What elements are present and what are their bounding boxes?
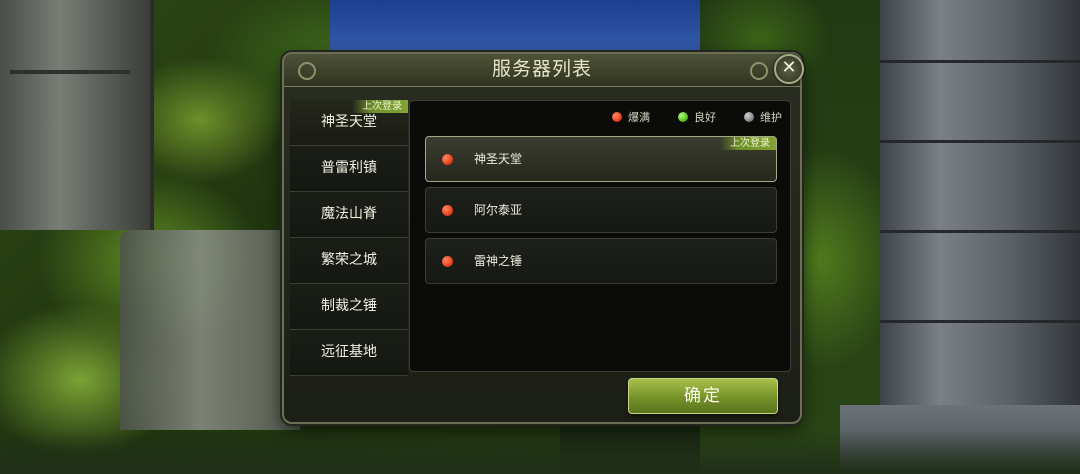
server-name: 雷神之锤 xyxy=(474,254,523,268)
region-item[interactable]: 远征基地 xyxy=(290,330,408,376)
server-item[interactable]: 神圣天堂 上次登录 xyxy=(425,136,777,182)
last-login-badge: 上次登录 xyxy=(352,100,408,113)
status-maintenance-icon xyxy=(744,112,754,122)
region-item[interactable]: 神圣天堂 上次登录 xyxy=(290,100,408,146)
region-list[interactable]: 神圣天堂 上次登录 普雷利镇 魔法山脊 繁荣之城 制裁之锤 远征基地 xyxy=(290,100,408,416)
region-label: 普雷利镇 xyxy=(321,160,377,176)
legend-maintenance: 维护 xyxy=(744,111,782,125)
last-login-badge: 上次登录 xyxy=(720,137,776,150)
stone-ruin xyxy=(120,230,300,430)
legend-good: 良好 xyxy=(678,111,716,125)
region-item[interactable]: 繁荣之城 xyxy=(290,238,408,284)
region-label: 魔法山脊 xyxy=(321,206,377,222)
ground-shadow xyxy=(0,430,1080,474)
close-button[interactable]: ✕ xyxy=(774,54,804,84)
status-good-icon xyxy=(678,112,688,122)
region-item[interactable]: 制裁之锤 xyxy=(290,284,408,330)
region-label: 繁荣之城 xyxy=(321,252,377,268)
region-item[interactable]: 普雷利镇 xyxy=(290,146,408,192)
confirm-button[interactable]: 确定 xyxy=(628,378,778,414)
server-item[interactable]: 雷神之锤 xyxy=(425,238,777,284)
status-full-icon xyxy=(442,154,453,165)
close-icon: ✕ xyxy=(781,57,797,78)
dialog-title-bar: 服务器列表 xyxy=(284,54,800,87)
dialog-title: 服务器列表 xyxy=(491,58,592,80)
legend-label: 维护 xyxy=(760,111,782,124)
status-full-icon xyxy=(612,112,622,122)
status-full-icon xyxy=(442,256,453,267)
legend-label: 爆满 xyxy=(628,111,650,124)
server-name: 神圣天堂 xyxy=(474,152,523,166)
server-list-dialog: 服务器列表 ✕ 神圣天堂 上次登录 普雷利镇 魔法山脊 繁荣之城 制裁之锤 远征… xyxy=(282,52,804,424)
server-item[interactable]: 阿尔泰亚 xyxy=(425,187,777,233)
stone-pillar-right xyxy=(880,0,1080,474)
region-label: 制裁之锤 xyxy=(321,298,377,314)
region-label: 远征基地 xyxy=(321,344,377,360)
status-full-icon xyxy=(442,205,453,216)
legend-label: 良好 xyxy=(694,111,716,124)
server-panel: 爆满 良好 维护 神圣天堂 上次登录 阿尔泰亚 雷神之锤 xyxy=(409,100,791,372)
legend-full: 爆满 xyxy=(612,111,650,125)
server-name: 阿尔泰亚 xyxy=(474,203,523,217)
stone-pillar-left xyxy=(0,0,154,230)
region-item[interactable]: 魔法山脊 xyxy=(290,192,408,238)
